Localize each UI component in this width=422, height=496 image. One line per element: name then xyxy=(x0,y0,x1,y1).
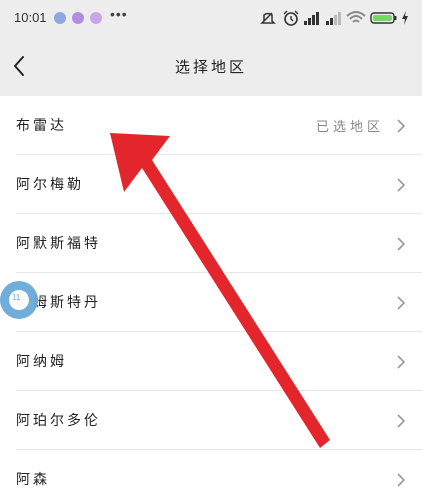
region-label: 阿尔梅勒 xyxy=(16,177,84,193)
chevron-right-icon xyxy=(397,237,406,251)
cell-signal-icon xyxy=(304,12,319,25)
region-item-arnhem[interactable]: 阿纳姆 xyxy=(0,332,422,391)
charging-icon xyxy=(402,11,408,25)
chevron-right-icon xyxy=(397,296,406,310)
battery-icon xyxy=(370,12,397,24)
region-item-amsterdam[interactable]: 阿姆斯特丹 xyxy=(0,273,422,332)
app-notification-icon xyxy=(72,12,84,24)
status-time: 10:01 xyxy=(14,10,47,25)
region-item-amersfoort[interactable]: 阿默斯福特 xyxy=(0,214,422,273)
alarm-icon xyxy=(283,10,299,26)
chevron-right-icon xyxy=(397,355,406,369)
region-list: 布雷达 已选地区 阿尔梅勒 阿默斯福特 阿姆斯特丹 阿纳姆 阿珀尔多伦 阿森 xyxy=(0,96,422,496)
status-bar: 10:01 ••• xyxy=(0,0,422,36)
region-label: 布雷达 xyxy=(16,118,67,134)
region-label: 阿默斯福特 xyxy=(16,236,101,252)
region-label: 阿森 xyxy=(16,472,50,488)
app-notification-icon xyxy=(90,12,102,24)
chevron-right-icon xyxy=(397,119,406,133)
floating-ball-label: 11 xyxy=(12,293,21,302)
mute-icon xyxy=(260,12,276,24)
region-label: 阿珀尔多伦 xyxy=(16,413,101,429)
more-notifications-icon: ••• xyxy=(110,6,128,22)
app-notification-icon xyxy=(54,12,66,24)
region-item-apeldoorn[interactable]: 阿珀尔多伦 xyxy=(0,391,422,450)
chevron-right-icon xyxy=(397,178,406,192)
chevron-right-icon xyxy=(397,414,406,428)
wifi-icon xyxy=(346,11,366,23)
region-label: 阿纳姆 xyxy=(16,354,67,370)
cell-signal-icon xyxy=(326,12,341,25)
region-item-almere[interactable]: 阿尔梅勒 xyxy=(0,155,422,214)
floating-assistant-button[interactable]: 11 xyxy=(0,281,38,319)
nav-bar: 选择地区 xyxy=(0,36,422,96)
region-item-assen[interactable]: 阿森 xyxy=(0,450,422,496)
page-title: 选择地区 xyxy=(174,58,247,76)
selected-region-hint: 已选地区 xyxy=(315,120,384,135)
region-item-breda[interactable]: 布雷达 已选地区 xyxy=(0,96,422,155)
chevron-right-icon xyxy=(397,473,406,487)
